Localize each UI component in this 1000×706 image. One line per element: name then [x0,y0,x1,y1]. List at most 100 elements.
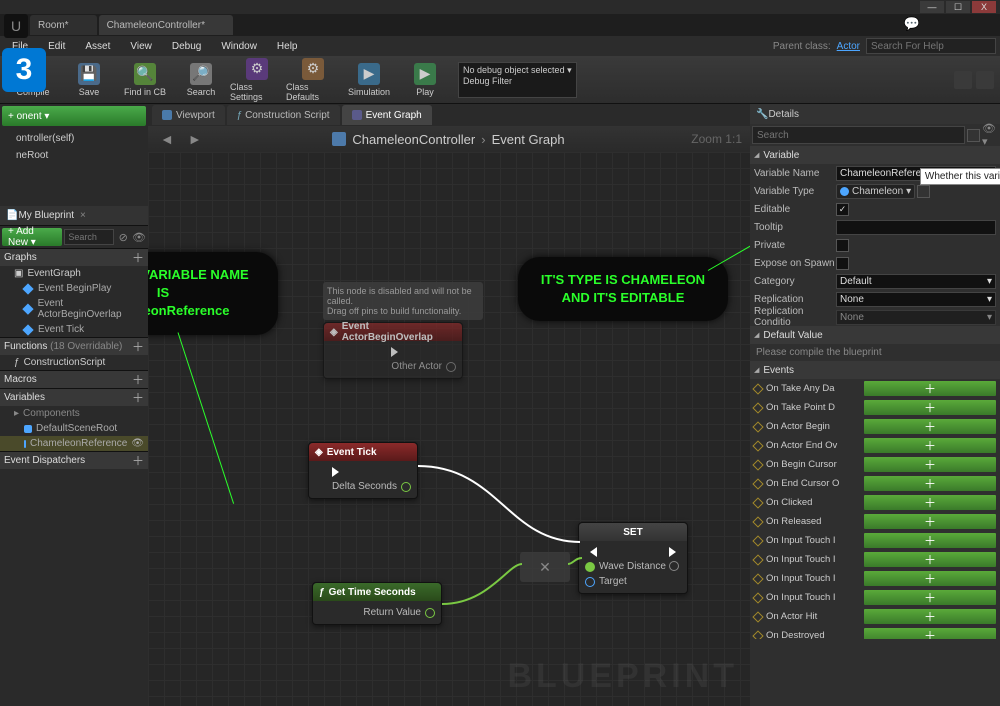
class-settings-button[interactable]: ⚙Class Settings [230,58,284,102]
add-event-button[interactable]: ＋ [864,400,996,415]
add-component-button[interactable]: + onent ▾ [2,106,146,126]
add-event-button[interactable]: ＋ [864,533,996,548]
add-event-button[interactable]: ＋ [864,476,996,491]
menu-help[interactable]: Help [269,39,306,54]
section-default-value[interactable]: Default Value [750,326,1000,344]
add-event-button[interactable]: ＋ [864,438,996,453]
variables-components[interactable]: ▸ Components [0,406,148,421]
search-button[interactable]: 🔎Search [174,58,228,102]
event-graph-canvas[interactable]: BLUEPRINT This node is disabled and will… [148,152,750,706]
section-dispatchers[interactable]: Event Dispatchers＋ [0,451,148,469]
function-item[interactable]: ƒ ConstructionScript [0,355,148,370]
variable-eye-icon[interactable]: 👁 [131,438,144,449]
graph-event[interactable]: Event Tick [0,322,148,337]
breadcrumb-root[interactable]: ChameleonController [352,132,475,147]
add-variable-icon[interactable]: ＋ [132,389,144,406]
data-out-pin[interactable] [425,608,435,618]
search-clear-icon[interactable]: ⊘ [116,229,130,245]
add-dispatcher-icon[interactable]: ＋ [132,452,144,469]
tab-construction-script[interactable]: ƒ Construction Script [227,105,340,125]
target-in-pin[interactable] [585,577,595,587]
exec-out-pin[interactable] [391,347,403,357]
graph-event[interactable]: Event BeginPlay [0,281,148,296]
category-dropdown[interactable]: Default▾ [836,274,996,289]
app-tab-controller[interactable]: ChameleonController* [99,15,233,35]
exec-out-pin[interactable] [669,547,681,557]
data-out-pin[interactable] [669,561,679,571]
add-event-button[interactable]: ＋ [864,381,996,396]
add-event-button[interactable]: ＋ [864,514,996,529]
editable-checkbox[interactable] [836,203,849,216]
tooltip-input[interactable] [836,220,996,235]
vartype-dropdown[interactable]: Chameleon▾ [836,184,915,199]
menu-asset[interactable]: Asset [77,39,118,54]
component-item[interactable]: neRoot [2,147,146,164]
nav-back-icon[interactable]: ◄ [156,131,178,147]
vartype-array-icon[interactable] [917,185,930,198]
node-actor-begin-overlap[interactable]: ◈Event ActorBeginOverlap Other Actor [323,322,463,379]
tab-event-graph[interactable]: Event Graph [342,105,432,125]
menu-view[interactable]: View [122,39,160,54]
find-button[interactable]: 🔍Find in CB [118,58,172,102]
private-checkbox[interactable] [836,239,849,252]
node-set[interactable]: SET Wave Distance Target [578,522,688,594]
simulation-button[interactable]: ▶Simulation [342,58,396,102]
class-defaults-button[interactable]: ⚙Class Defaults [286,58,340,102]
add-graph-icon[interactable]: ＋ [132,249,144,266]
node-get-time-seconds[interactable]: ƒGet Time Seconds Return Value [312,582,442,625]
add-event-button[interactable]: ＋ [864,609,996,624]
section-functions[interactable]: Functions (18 Overridable)＋ [0,337,148,355]
mybp-search-input[interactable] [64,229,114,245]
toolbar-extra-1[interactable] [954,71,972,89]
search-help-input[interactable] [866,38,996,54]
expose-checkbox[interactable] [836,257,849,270]
variable-item-selected[interactable]: ChameleonReference👁 [0,436,148,451]
breadcrumb-leaf[interactable]: Event Graph [492,132,565,147]
add-event-button[interactable]: ＋ [864,571,996,586]
chat-icon[interactable]: 💬 [904,16,920,32]
component-item[interactable]: ontroller(self) [2,130,146,147]
data-in-pin[interactable] [585,562,595,572]
details-view-grid-icon[interactable] [967,129,980,142]
data-out-pin[interactable] [401,482,411,492]
details-view-eye-icon[interactable]: 👁▾ [982,127,998,143]
window-close[interactable]: X [972,1,996,13]
window-maximize[interactable]: ☐ [946,1,970,13]
section-graphs[interactable]: Graphs＋ [0,248,148,266]
add-macro-icon[interactable]: ＋ [132,371,144,388]
add-event-button[interactable]: ＋ [864,495,996,510]
tab-viewport[interactable]: Viewport [152,105,225,125]
menu-debug[interactable]: Debug [164,39,209,54]
view-options-icon[interactable]: 👁 [132,229,146,245]
section-variable[interactable]: Variable [750,146,1000,164]
section-macros[interactable]: Macros＋ [0,370,148,388]
add-event-button[interactable]: ＋ [864,590,996,605]
parent-class-link[interactable]: Actor [837,41,860,52]
debug-filter-dropdown[interactable]: No debug object selected ▾ Debug Filter [458,62,577,98]
variable-item[interactable]: DefaultSceneRoot [0,421,148,436]
add-event-button[interactable]: ＋ [864,552,996,567]
section-variables[interactable]: Variables＋ [0,388,148,406]
node-event-tick[interactable]: ◈Event Tick Delta Seconds [308,442,418,499]
section-events[interactable]: Events [750,361,1000,379]
add-event-button[interactable]: ＋ [864,419,996,434]
exec-out-pin[interactable] [332,467,344,477]
app-tab-room[interactable]: Room* [30,15,97,35]
nav-forward-icon[interactable]: ► [184,131,206,147]
exec-in-pin[interactable] [585,547,597,557]
add-new-button[interactable]: + Add New ▾ [2,228,62,246]
graph-root[interactable]: ▣ EventGraph [0,266,148,281]
window-minimize[interactable]: — [920,1,944,13]
reroute-node[interactable]: ✕ [520,552,570,582]
add-event-button[interactable]: ＋ [864,457,996,472]
data-out-pin[interactable] [446,362,456,372]
menu-window[interactable]: Window [213,39,265,54]
play-button[interactable]: ▶Play [398,58,452,102]
toolbar-extra-2[interactable] [976,71,994,89]
graph-event[interactable]: Event ActorBeginOverlap [0,296,148,322]
add-event-button[interactable]: ＋ [864,628,996,639]
save-button[interactable]: 💾Save [62,58,116,102]
details-search-input[interactable] [752,126,965,144]
add-function-icon[interactable]: ＋ [132,338,144,355]
replication-dropdown[interactable]: None▾ [836,292,996,307]
